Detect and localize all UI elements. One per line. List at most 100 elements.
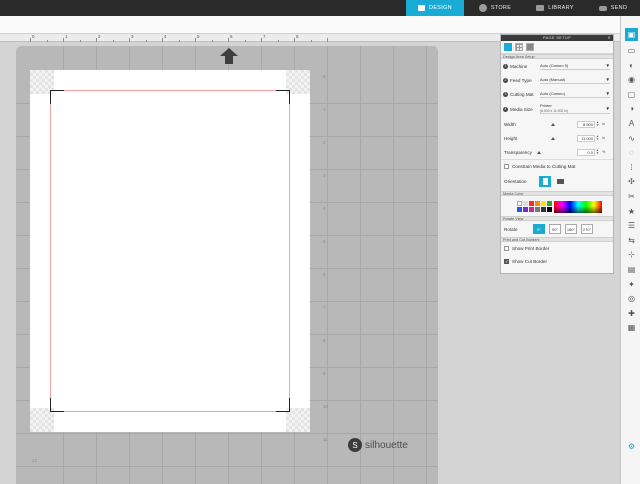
media-page[interactable] <box>30 70 310 432</box>
height-input[interactable]: 11.000 <box>577 134 595 142</box>
cutting-mat-value: Auto (Cameo) <box>540 91 565 96</box>
mat-grid-line <box>393 46 394 484</box>
show-print-border-checkbox[interactable] <box>504 246 509 251</box>
transparency-input[interactable]: 0.0 <box>577 148 595 156</box>
close-icon[interactable]: ✕ <box>607 35 611 41</box>
mat-row-number: 4 <box>323 206 326 211</box>
color-spectrum-picker[interactable] <box>554 201 602 213</box>
color-swatch[interactable] <box>517 207 522 212</box>
media-size-row: 4 Media Size Printer (8.500 x 11.000 in)… <box>501 101 613 117</box>
rhinestone-icon[interactable]: ✦ <box>627 280 636 289</box>
color-swatch[interactable] <box>541 207 546 212</box>
width-stepper[interactable]: ▲ ▼ <box>596 121 600 127</box>
transparency-icon[interactable]: ◑ <box>627 104 636 113</box>
feed-type-select[interactable]: Auto (Manual) ▼ <box>540 76 610 84</box>
mat-grid-line <box>360 46 361 484</box>
rotate-180-button[interactable]: 180° <box>565 224 577 234</box>
media-size-select[interactable]: Printer (8.500 x 11.000 in) ▼ <box>540 104 610 114</box>
tab-grid-setup[interactable] <box>515 43 523 51</box>
line-icon[interactable]: ◉ <box>627 75 636 84</box>
rotate-0-button[interactable]: 0° <box>533 224 545 234</box>
transparency-row: Transparency 0.0 ▲ ▼ % <box>501 145 613 159</box>
mat-row-number: 6 <box>323 272 326 277</box>
puzzle-icon[interactable]: ✚ <box>627 309 636 318</box>
fill-icon[interactable]: ◐ <box>627 61 636 70</box>
ruler-number: 0 <box>32 34 35 39</box>
toolbar-strip <box>0 16 620 34</box>
feed-type-row: 2 Feed Type Auto (Manual) ▼ <box>501 73 613 87</box>
rotate-row: Rotate 0° 90° 180° 270° <box>501 221 613 237</box>
tab-registration-marks[interactable] <box>526 43 534 51</box>
width-input[interactable]: 8.500 <box>577 120 595 128</box>
layers-icon[interactable]: ▤ <box>627 265 636 274</box>
feed-type-label: Feed Type <box>510 77 532 83</box>
feed-direction-arrow-icon <box>220 48 238 64</box>
replicate-icon[interactable]: ⁞ <box>627 163 636 172</box>
ruler-number: 1 <box>65 34 68 39</box>
emboss-icon[interactable]: ◎ <box>627 294 636 303</box>
transparency-unit: % <box>602 150 606 154</box>
width-slider-thumb[interactable] <box>551 123 555 126</box>
transparency-slider-thumb[interactable] <box>537 151 541 154</box>
align-icon[interactable]: ☰ <box>627 221 636 230</box>
transparency-stepper[interactable]: ▲ ▼ <box>596 149 600 155</box>
color-swatch[interactable] <box>529 201 534 206</box>
color-swatch[interactable] <box>529 207 534 212</box>
text-icon[interactable]: A <box>627 119 636 128</box>
cutting-mat-select[interactable]: Auto (Cameo) ▼ <box>540 90 610 98</box>
color-swatch[interactable] <box>523 207 528 212</box>
rotate-270-button[interactable]: 270° <box>581 224 593 234</box>
machine-select[interactable]: Auto (Cameo 5) ▼ <box>540 62 610 70</box>
panel-title-bar[interactable]: PAGE SETUP ✕ <box>501 35 613 41</box>
tab-send[interactable]: SEND <box>586 0 640 16</box>
knife-icon[interactable]: ✂ <box>627 192 636 201</box>
panel-tabs <box>501 41 613 54</box>
height-stepper[interactable]: ▲ ▼ <box>596 135 600 141</box>
color-swatch[interactable] <box>541 201 546 206</box>
landscape-orientation-button[interactable] <box>554 176 566 187</box>
point-icon[interactable]: ⊹ <box>627 250 636 259</box>
transform-icon[interactable]: ⇆ <box>627 236 636 245</box>
tab-store-label: STORE <box>490 5 512 11</box>
width-slider[interactable] <box>537 121 577 127</box>
transparency-slider[interactable] <box>537 149 577 155</box>
library-panel-icon[interactable]: ▭ <box>627 46 636 55</box>
modify-icon[interactable]: ★ <box>627 207 636 216</box>
show-cut-border-checkbox[interactable] <box>504 259 509 264</box>
tab-design[interactable]: DESIGN <box>406 0 464 16</box>
shadow-icon[interactable]: ▢ <box>627 90 636 99</box>
color-swatch[interactable] <box>535 207 540 212</box>
registration-mark-top-left <box>50 90 64 104</box>
offset-icon[interactable]: ◌ <box>627 148 636 157</box>
color-swatch[interactable] <box>547 207 552 212</box>
trace-icon[interactable]: ✣ <box>627 177 636 186</box>
rotate-90-button[interactable]: 90° <box>549 224 561 234</box>
chevron-down-icon: ▼ <box>605 63 610 68</box>
tab-library[interactable]: LIBRARY <box>526 0 584 16</box>
color-swatch[interactable] <box>547 201 552 206</box>
tab-page-setup[interactable] <box>504 43 512 51</box>
color-swatch[interactable] <box>523 201 528 206</box>
portrait-orientation-button[interactable] <box>539 175 551 187</box>
mat-grid-line <box>327 46 328 484</box>
sketch-icon[interactable]: ∿ <box>627 134 636 143</box>
constrain-checkbox[interactable] <box>504 164 509 169</box>
color-swatch[interactable] <box>517 201 522 206</box>
machine-label: Machine <box>510 63 528 69</box>
height-slider[interactable] <box>537 135 577 141</box>
library-icon <box>536 5 545 11</box>
width-label: Width <box>504 121 516 127</box>
tab-store[interactable]: STORE <box>466 0 524 16</box>
chevron-down-icon: ▼ <box>605 91 610 96</box>
orientation-label: Orientation <box>504 178 527 184</box>
layout-icon[interactable]: ▦ <box>627 323 636 332</box>
height-slider-thumb[interactable] <box>551 137 555 140</box>
right-tool-rail: ▣ ▭ ◐ ◉ ▢ ◑ A ∿ ◌ ⁞ ✣ ✂ ★ ☰ ⇆ ⊹ ▤ ✦ ◎ ✚ ▦ ⚙ <box>620 16 640 484</box>
step-number: 2 <box>503 77 508 83</box>
color-swatch[interactable] <box>535 201 540 206</box>
registration-mark-top-right <box>276 90 290 104</box>
page-setup-panel: PAGE SETUP ✕ Design Area Setup 1 Machine… <box>500 34 614 274</box>
gear-icon[interactable]: ⚙ <box>627 442 636 451</box>
page-setup-icon[interactable]: ▣ <box>625 28 638 41</box>
mat-row-number: 7 <box>323 305 326 310</box>
